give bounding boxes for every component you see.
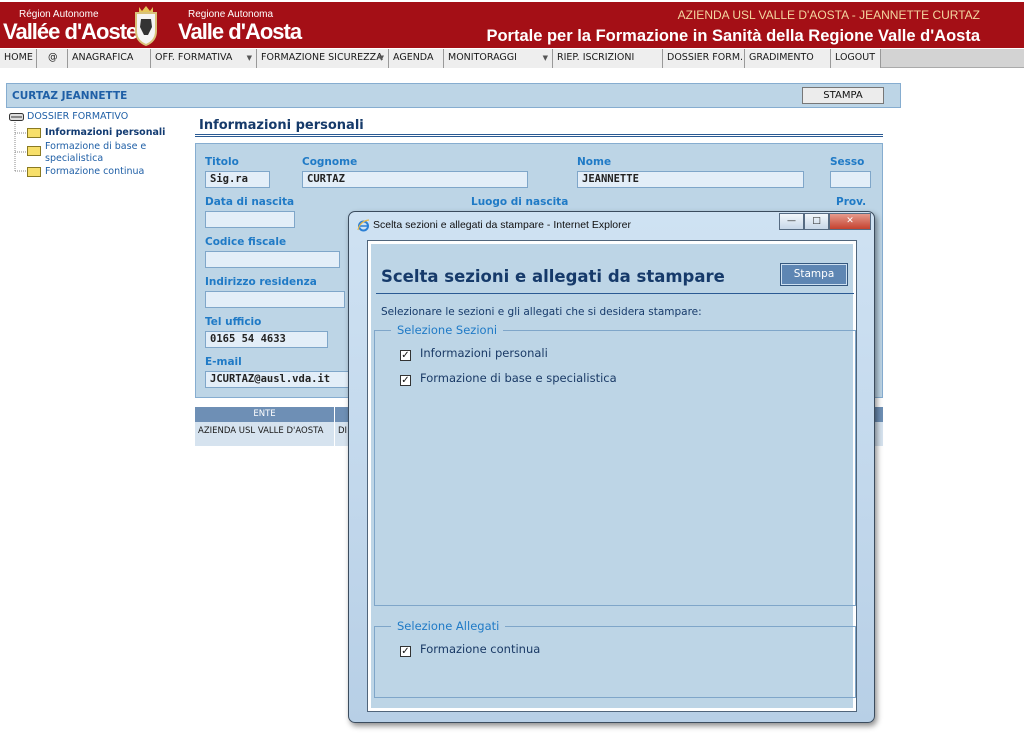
page: Région Autonome Vallée d'Aoste Regione A… — [0, 0, 1024, 737]
minimize-button[interactable]: — — [779, 213, 804, 230]
label-indirizzo: Indirizzo residenza — [205, 276, 317, 288]
menu-agenda-label: AGENDA — [393, 52, 434, 63]
menu-at-label: @ — [48, 52, 58, 63]
dialog-description: Selezionare le sezioni e gli allegati ch… — [381, 306, 702, 318]
label-data-nascita: Data di nascita — [205, 196, 295, 208]
logo-vallee-daoste[interactable]: Région Autonome Vallée d'Aoste — [3, 10, 138, 44]
menu-logout[interactable]: LOGOUT — [831, 49, 881, 68]
window-title: Scelta sezioni e allegati da stampare - … — [373, 219, 631, 231]
label-email: E-mail — [205, 356, 242, 368]
checkbox-checked[interactable]: ✓ — [400, 375, 411, 386]
close-button[interactable]: ✕ — [829, 213, 871, 230]
field-cognome[interactable]: CURTAZ — [302, 171, 528, 188]
menu-riep-iscrizioni-label: RIEP. ISCRIZIONI — [557, 52, 635, 63]
internet-explorer-icon — [357, 219, 370, 232]
label-sesso: Sesso — [830, 156, 865, 168]
menu-anagrafica-label: ANAGRAFICA — [72, 52, 134, 63]
menu-home[interactable]: HOME — [0, 49, 37, 68]
field-sesso[interactable] — [830, 171, 871, 188]
maximize-button[interactable]: □ — [804, 213, 829, 230]
label-cognome: Cognome — [302, 156, 358, 168]
sections-fieldset: Selezione Sezioni ✓ Informazioni personal… — [374, 323, 856, 606]
chevron-down-icon: ▼ — [378, 54, 384, 62]
menu-gradimento[interactable]: GRADIMENTO — [745, 49, 831, 68]
organization-user-label: AZIENDA USL VALLE D'AOSTA - JEANNETTE CU… — [677, 8, 980, 22]
table-header-ente: ENTE — [195, 407, 334, 422]
print-dialog-window: Scelta sezioni e allegati da stampare - … — [348, 211, 875, 723]
field-indirizzo[interactable] — [205, 291, 345, 308]
label-codice-fiscale: Codice fiscale — [205, 236, 287, 248]
user-name: CURTAZ JEANNETTE — [12, 90, 128, 102]
menu-agenda[interactable]: AGENDA — [389, 49, 444, 68]
drive-icon — [9, 113, 24, 121]
field-nome[interactable]: JEANNETTE — [577, 171, 804, 188]
section-option-formazione-base[interactable]: ✓ Formazione di base e specialistica — [400, 371, 617, 386]
menu-off-formativa[interactable]: OFF. FORMATIVA ▼ — [151, 49, 257, 68]
menu-home-label: HOME — [4, 52, 33, 63]
main-menu: HOME @ ANAGRAFICA OFF. FORMATIVA ▼ FORMAZ… — [0, 49, 1024, 68]
dialog-heading: Scelta sezioni e allegati da stampare — [381, 267, 725, 286]
dialog-content: Scelta sezioni e allegati da stampare St… — [371, 244, 856, 708]
section-option-informazioni-personali[interactable]: ✓ Informazioni personali — [400, 346, 548, 361]
logo-valle-daosta[interactable]: Regione Autonoma Valle d'Aosta — [178, 10, 302, 44]
table-cell: AZIENDA USL VALLE D'AOSTA — [195, 422, 334, 446]
label-nome: Nome — [577, 156, 612, 168]
logo-it-big-text: Valle d'Aosta — [178, 19, 302, 44]
menu-riep-iscrizioni[interactable]: RIEP. ISCRIZIONI — [553, 49, 663, 68]
attachment-option-formazione-continua[interactable]: ✓ Formazione continua — [400, 642, 540, 657]
menu-logout-label: LOGOUT — [835, 52, 876, 63]
tree-item-formazione-base[interactable]: Formazione di base e — [45, 141, 146, 152]
folder-icon — [27, 128, 41, 138]
dialog-print-button[interactable]: Stampa — [780, 263, 848, 286]
menu-gradimento-label: GRADIMENTO — [749, 52, 814, 63]
portal-title: Portale per la Formazione in Sanità dell… — [486, 27, 980, 45]
chevron-down-icon: ▼ — [246, 54, 252, 62]
label-titolo: Titolo — [205, 156, 239, 168]
label-tel-ufficio: Tel ufficio — [205, 316, 262, 328]
field-tel-ufficio[interactable]: 0165 54 4633 — [205, 331, 328, 348]
attachments-legend: Selezione Allegati — [391, 619, 506, 633]
user-title-bar: CURTAZ JEANNETTE STAMPA — [6, 83, 901, 108]
option-label: Informazioni personali — [420, 346, 548, 360]
dialog-divider — [376, 293, 854, 294]
menu-at[interactable]: @ — [37, 49, 68, 68]
menu-dossier-form-label: DOSSIER FORM. — [667, 52, 744, 63]
site-header: Région Autonome Vallée d'Aoste Regione A… — [0, 2, 1024, 48]
tree-item-formazione-continua[interactable]: Formazione continua — [45, 166, 144, 177]
label-prov: Prov. — [836, 196, 867, 208]
option-label: Formazione di base e specialistica — [420, 371, 617, 385]
menu-formazione-sicurezza[interactable]: FORMAZIONE SICUREZZA ▼ — [257, 49, 389, 68]
dialog-frame: Scelta sezioni e allegati da stampare St… — [367, 240, 857, 712]
coat-of-arms-icon — [135, 6, 157, 47]
stampa-button[interactable]: STAMPA — [802, 87, 884, 104]
checkbox-checked[interactable]: ✓ — [400, 646, 411, 657]
section-title: Informazioni personali — [199, 118, 364, 133]
menu-dossier-form[interactable]: DOSSIER FORM. — [663, 49, 745, 68]
section-divider — [195, 134, 883, 137]
menu-monitoraggi[interactable]: MONITORAGGI ▼ — [444, 49, 553, 68]
checkbox-checked[interactable]: ✓ — [400, 350, 411, 361]
option-label: Formazione continua — [420, 642, 541, 656]
sections-legend: Selezione Sezioni — [391, 323, 504, 337]
attachments-fieldset: Selezione Allegati ✓ Formazione continua — [374, 619, 856, 698]
label-luogo-nascita: Luogo di nascita — [471, 196, 569, 208]
chevron-down-icon: ▼ — [542, 54, 548, 62]
tree-item-informazioni-personali[interactable]: Informazioni personali — [45, 127, 165, 138]
field-titolo[interactable]: Sig.ra — [205, 171, 270, 188]
tree-root[interactable]: DOSSIER FORMATIVO — [27, 111, 128, 122]
menu-formazione-sicurezza-label: FORMAZIONE SICUREZZA — [261, 52, 383, 63]
field-codice-fiscale[interactable] — [205, 251, 340, 268]
logo-fr-big-text: Vallée d'Aoste — [3, 19, 138, 44]
field-email[interactable]: JCURTAZ@ausl.vda.it — [205, 371, 350, 388]
tree-item-formazione-base-line2[interactable]: specialistica — [45, 153, 103, 164]
menu-anagrafica[interactable]: ANAGRAFICA — [68, 49, 151, 68]
field-data-nascita[interactable] — [205, 211, 295, 228]
menu-monitoraggi-label: MONITORAGGI — [448, 52, 517, 63]
menu-off-formativa-label: OFF. FORMATIVA — [155, 52, 233, 63]
folder-icon — [27, 146, 41, 156]
folder-icon — [27, 167, 41, 177]
